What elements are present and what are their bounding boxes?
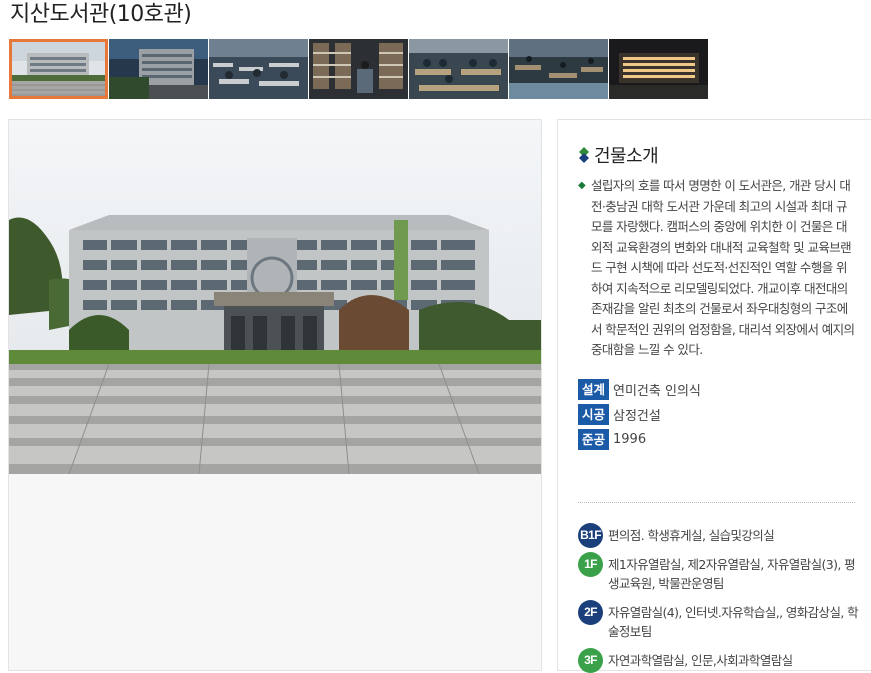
spec-label: 설계	[578, 379, 610, 400]
floor-text: 자유열람실(4), 인터넷.자유학습실,, 영화감상실, 학술정보팀	[608, 605, 859, 639]
building-info-panel: 건물소개 ◆ 설립자의 호를 따서 명명한 이 도서관은, 개관 당시 대전·충…	[557, 119, 871, 673]
floor-text: 자연과학열람실, 인문,사회과학열람실	[608, 653, 793, 668]
thumbnail-building-night[interactable]	[609, 39, 708, 99]
spec-value: 연미건축 인의식	[613, 384, 701, 399]
thumbnail-bookshelves[interactable]	[309, 39, 408, 99]
building-description: ◆ 설립자의 호를 따서 명명한 이 도서관은, 개관 당시 대전·충남권 대학…	[578, 176, 856, 361]
floor-2f: 2F 자유열람실(4), 인터넷.자유학습실,, 영화감상실, 학술정보팀	[578, 600, 859, 641]
floor-b1: B1F 편의점. 학생휴게실, 실습및강의실	[578, 523, 858, 548]
thumbnail-study-hall[interactable]	[409, 39, 508, 99]
bullet-icon: ◆	[578, 180, 586, 191]
floor-text: 제1자유열람실, 제2자유열람실, 자유열람실(3), 평생교육원, 박물관운영…	[608, 557, 856, 591]
main-photo-panel	[8, 119, 542, 671]
spec-value: 1996	[613, 432, 647, 447]
spec-construction: 시공 삼정건설	[578, 404, 661, 425]
spec-label: 준공	[578, 429, 610, 450]
floor-badge: 1F	[578, 552, 603, 577]
divider	[578, 502, 855, 503]
diamond-icon	[578, 145, 590, 165]
spec-completion: 준공 1996	[578, 429, 646, 450]
spec-design: 설계 연미건축 인의식	[578, 379, 701, 400]
thumbnail-reading-room-2[interactable]	[509, 39, 608, 99]
floor-text: 편의점. 학생휴게실, 실습및강의실	[608, 528, 775, 543]
building-photo	[9, 120, 541, 474]
floor-badge: 2F	[578, 600, 603, 625]
info-title: 건물소개	[594, 146, 659, 167]
floor-3f: 3F 자연과학열람실, 인문,사회과학열람실	[578, 648, 858, 673]
description-text: 설립자의 호를 따서 명명한 이 도서관은, 개관 당시 대전·충남권 대학 도…	[591, 178, 855, 357]
floor-1f: 1F 제1자유열람실, 제2자유열람실, 자유열람실(3), 평생교육원, 박물…	[578, 552, 858, 593]
thumbnail-building-side[interactable]	[109, 39, 208, 99]
info-heading: 건물소개	[578, 142, 659, 168]
floor-badge: 3F	[578, 648, 603, 673]
spec-label: 시공	[578, 404, 610, 425]
thumbnail-reading-room-1[interactable]	[209, 39, 308, 99]
spec-value: 삼정건설	[613, 409, 661, 424]
floor-badge: B1F	[578, 523, 603, 548]
thumbnail-gallery	[9, 39, 708, 99]
page-title: 지산도서관(10호관)	[10, 2, 192, 27]
thumbnail-building-front[interactable]	[9, 39, 108, 99]
